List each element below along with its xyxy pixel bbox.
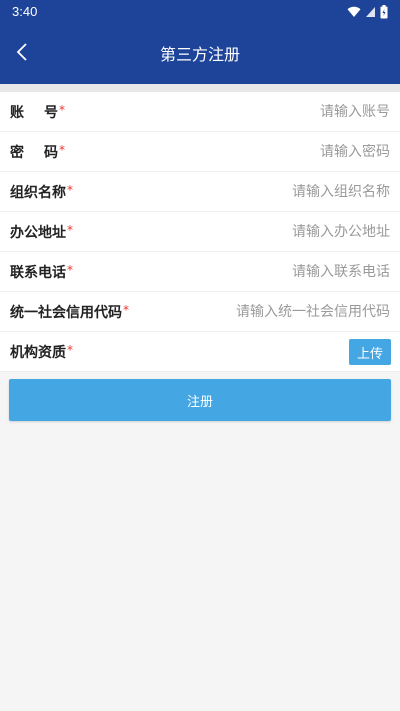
form-row-account: 账号 * [0, 92, 400, 132]
password-label-text: 密码 [10, 144, 78, 161]
account-field [240, 92, 390, 131]
credit-code-input[interactable] [230, 303, 390, 320]
phone-field [240, 252, 390, 291]
password-label: 密码 * [10, 132, 65, 171]
phone-input[interactable] [240, 263, 390, 280]
org-name-input[interactable] [240, 183, 390, 200]
required-mark: * [59, 102, 65, 117]
credit-code-label: 统一社会信用代码 * [10, 292, 129, 331]
upload-button[interactable]: 上传 [349, 339, 391, 365]
phone-label-text: 联系电话 [10, 264, 66, 281]
address-label: 办公地址 * [10, 212, 73, 251]
org-name-label: 组织名称 * [10, 172, 73, 211]
required-mark: * [67, 262, 73, 277]
form-row-password: 密码 * [0, 132, 400, 172]
password-input[interactable] [240, 143, 390, 160]
registration-form: 账号* 密码* 组织名称* 办公地址* 联系电话* [0, 92, 400, 372]
required-mark: * [59, 142, 65, 157]
battery-icon [380, 5, 388, 19]
required-mark: * [67, 342, 73, 357]
address-field [240, 212, 390, 251]
header-divider [0, 84, 400, 92]
required-mark: * [123, 302, 129, 317]
form-row-phone: 联系电话 * [0, 252, 400, 292]
wifi-icon [347, 6, 361, 18]
form-row-qualification: 机构资质 * 上传 [0, 332, 400, 372]
credit-code-label-text: 统一社会信用代码 [10, 304, 122, 321]
form-row-credit-code: 统一社会信用代码 * [0, 292, 400, 332]
title-bar: 第三方注册 [0, 24, 400, 80]
address-input[interactable] [240, 223, 390, 240]
register-button[interactable]: 注册 [9, 379, 391, 421]
status-bar: 3:40 [0, 0, 400, 24]
address-label-text: 办公地址 [10, 224, 66, 241]
phone-label: 联系电话 * [10, 252, 73, 291]
password-field [240, 132, 390, 171]
app-bar: 3:40 第三方注册 [0, 0, 400, 84]
form-row-address: 办公地址 * [0, 212, 400, 252]
account-label: 账号 * [10, 92, 65, 131]
account-label-text: 账号 [10, 104, 78, 121]
required-mark: * [67, 182, 73, 197]
page-title: 第三方注册 [159, 45, 240, 64]
org-name-field [240, 172, 390, 211]
signal-icon [366, 7, 375, 17]
account-input[interactable] [240, 103, 390, 120]
form-row-org-name: 组织名称 * [0, 172, 400, 212]
status-time: 3:40 [12, 4, 38, 19]
qualification-label-text: 机构资质 [10, 344, 66, 361]
qualification-label: 机构资质 * [10, 332, 73, 371]
credit-code-field [230, 292, 390, 331]
org-name-label-text: 组织名称 [10, 184, 66, 201]
status-icons [347, 4, 388, 20]
required-mark: * [67, 222, 73, 237]
